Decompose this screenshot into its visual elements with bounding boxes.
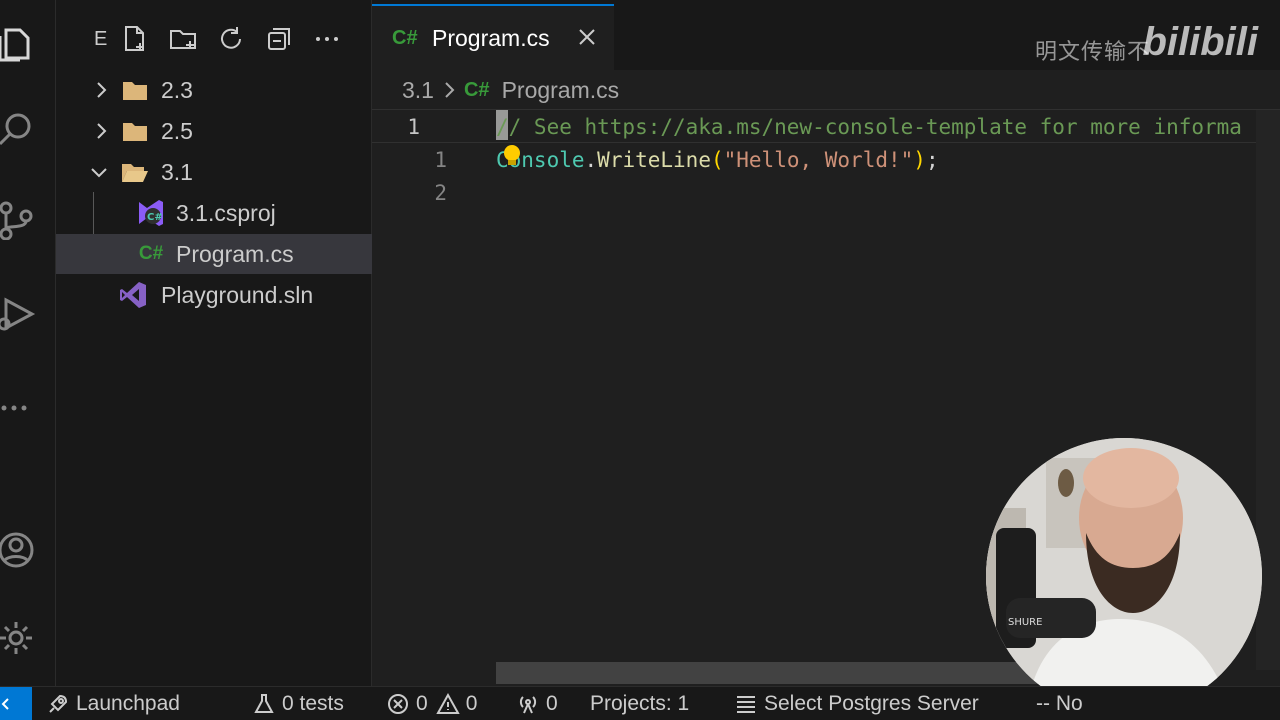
chevron-down-icon: [91, 168, 107, 178]
bilibili-logo: bilibili: [1142, 20, 1258, 64]
problems-item[interactable]: 0 0: [386, 692, 477, 716]
warning-icon: [435, 692, 460, 714]
code-semicolon: ;: [925, 148, 939, 172]
close-icon[interactable]: [576, 26, 598, 48]
webcam-overlay: SHURE: [986, 438, 1262, 714]
code-open-paren: (: [710, 148, 724, 172]
tree-file-csproj[interactable]: C# 3.1.csproj: [56, 193, 372, 233]
breadcrumb-folder[interactable]: 3.1: [402, 77, 434, 104]
explorer-header: E: [56, 14, 372, 58]
launchpad-label: Launchpad: [76, 692, 180, 715]
remote-icon: [1, 698, 9, 710]
visual-studio-icon: [118, 280, 148, 310]
chevron-right-icon: [445, 82, 455, 98]
status-trailing-label: -- No: [1036, 692, 1083, 715]
status-trailing-item[interactable]: -- No: [1036, 692, 1083, 716]
csharp-tab-icon: C#: [392, 26, 418, 49]
broadcast-icon: [519, 696, 537, 714]
code-statement: Console.WriteLine("Hello, World!");: [496, 148, 939, 172]
chevron-right-icon: [97, 123, 107, 139]
tree-label: 3.1.csproj: [176, 200, 276, 226]
account-icon[interactable]: [0, 526, 40, 574]
code-close-paren: ): [913, 148, 926, 172]
warnings-count: 0: [465, 692, 478, 715]
folder-open-icon: [120, 157, 150, 187]
code-method: WriteLine: [597, 148, 711, 172]
tree-folder-2-5[interactable]: 2.5: [56, 111, 372, 151]
refresh-icon[interactable]: [214, 22, 248, 56]
errors-count: 0: [416, 692, 428, 715]
tree-file-program-cs[interactable]: C# Program.cs: [56, 234, 372, 274]
source-control-icon[interactable]: [0, 196, 40, 244]
lightbulb-icon[interactable]: [502, 144, 522, 168]
collapse-all-icon[interactable]: [262, 22, 296, 56]
folder-icon: [120, 75, 150, 105]
presenter-image: SHURE: [986, 438, 1262, 714]
settings-gear-icon[interactable]: [0, 614, 40, 662]
launchpad-item[interactable]: Launchpad: [46, 692, 180, 716]
explorer-title: E: [94, 28, 108, 50]
ports-count: 0: [546, 692, 558, 715]
database-list-icon: [737, 696, 755, 713]
tree-label: Playground.sln: [161, 282, 314, 308]
tests-item[interactable]: 0 tests: [252, 692, 344, 716]
tree-folder-2-3[interactable]: 2.3: [56, 70, 372, 110]
breadcrumb: 3.1 C# Program.cs: [402, 76, 619, 104]
tab-label: Program.cs: [432, 24, 550, 51]
rocket-icon: [49, 694, 68, 713]
line-number: 1: [407, 115, 420, 139]
code-string: "Hello, World!": [723, 148, 914, 172]
explorer-sidebar: E 2.3 2.5 3.1 C# 3.1.csproj C# Program.c…: [56, 0, 372, 686]
code-comment: // See https://aka.ms/new-console-templa…: [496, 115, 1242, 139]
chevron-right-icon: [97, 82, 107, 98]
postgres-item[interactable]: Select Postgres Server: [734, 692, 979, 716]
projects-label: Projects: 1: [590, 692, 690, 715]
more-actions-icon[interactable]: [310, 22, 344, 56]
line-number: 2: [434, 181, 447, 205]
tree-label: 2.5: [161, 118, 193, 144]
csharp-file-icon: C#: [138, 243, 164, 264]
remote-indicator[interactable]: [0, 687, 32, 720]
search-icon[interactable]: [0, 106, 40, 154]
folder-icon: [120, 116, 150, 146]
new-file-icon[interactable]: [118, 22, 152, 56]
tree-folder-3-1[interactable]: 3.1: [56, 152, 372, 192]
watermark-text: 明文传输不: [1034, 39, 1150, 64]
new-folder-icon[interactable]: [166, 22, 200, 56]
beaker-icon: [254, 694, 274, 713]
svg-text:SHURE: SHURE: [1008, 617, 1042, 628]
tab-program-cs[interactable]: C# Program.cs: [372, 4, 614, 70]
tree-label: Program.cs: [176, 241, 294, 267]
run-debug-icon[interactable]: [0, 290, 40, 338]
projects-item[interactable]: Projects: 1: [590, 692, 689, 716]
ports-item[interactable]: 0: [516, 692, 558, 716]
tree-file-solution[interactable]: Playground.sln: [56, 275, 372, 315]
csharp-breadcrumb-icon: C#: [463, 78, 490, 101]
code-dot: .: [584, 148, 598, 172]
status-bar: Launchpad 0 tests 0 0 0 Projects: 1 Sele…: [0, 686, 1280, 720]
more-icon[interactable]: [0, 382, 40, 430]
postgres-label: Select Postgres Server: [764, 692, 979, 715]
line-number: 1: [434, 148, 447, 172]
explorer-icon[interactable]: [0, 20, 40, 68]
error-icon: [388, 694, 408, 714]
csproj-icon: C#: [136, 198, 166, 228]
tree-label: 3.1: [161, 159, 193, 185]
svg-text:C#: C#: [147, 212, 163, 223]
tree-label: 2.3: [161, 77, 193, 103]
code-line[interactable]: 1 // See https://aka.ms/new-console-temp…: [372, 109, 1280, 143]
tests-label: 0 tests: [282, 692, 344, 715]
breadcrumb-file[interactable]: Program.cs: [502, 77, 620, 104]
code-line[interactable]: 2: [372, 176, 1280, 210]
activity-bar: [0, 0, 56, 686]
